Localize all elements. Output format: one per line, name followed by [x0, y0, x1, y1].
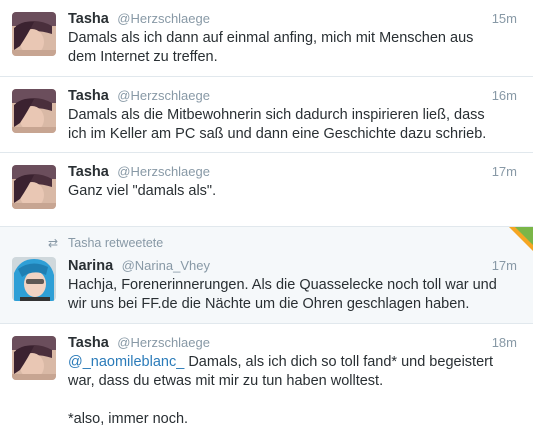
tweet-text: Damals als die Mitbewohnerin sich dadurc… [68, 107, 487, 142]
tweet-timestamp[interactable]: 18m [492, 334, 517, 352]
author-name[interactable]: Tasha [68, 164, 109, 180]
tweet-text: Damals als ich dann auf einmal anfing, m… [68, 30, 474, 65]
author-handle[interactable]: @Herzschlaege [117, 164, 210, 179]
author-name[interactable]: Tasha [68, 88, 109, 104]
tweet[interactable]: Tasha @Herzschlaege 15m Damals als ich d… [0, 0, 533, 77]
tweet-text: Ganz viel "damals als". [68, 183, 217, 199]
tweet-text: Hachja, Forenerinnerungen. Als die Quass… [68, 277, 497, 312]
author-handle[interactable]: @Herzschlaege [117, 88, 210, 103]
tweet[interactable]: Tasha @Herzschlaege 17m Ganz viel "damal… [0, 153, 533, 227]
tweet[interactable]: Tasha @Herzschlaege 16m Damals als die M… [0, 77, 533, 153]
retweet-icon: ⇄ [48, 236, 59, 250]
mention-link[interactable]: @_naomileblanc_ [68, 354, 184, 370]
avatar-tasha[interactable] [12, 89, 56, 133]
avatar-tasha[interactable] [12, 336, 56, 380]
avatar-tasha[interactable] [12, 12, 56, 56]
tweet-timestamp[interactable]: 17m [492, 257, 517, 275]
retweet[interactable]: ⇄ Tasha retweetete Narina @Narina_Vhey 17… [0, 227, 533, 324]
retweet-context: ⇄ Tasha retweetete [48, 235, 163, 251]
author-handle[interactable]: @Herzschlaege [117, 11, 210, 26]
author-handle[interactable]: @Herzschlaege [117, 335, 210, 350]
tweet-text: @_naomileblanc_ Damals, als ich dich so … [68, 353, 519, 429]
favorite-corner-icon [509, 227, 533, 251]
author-name[interactable]: Tasha [68, 335, 109, 351]
author-handle[interactable]: @Narina_Vhey [122, 258, 210, 273]
author-name[interactable]: Tasha [68, 11, 109, 27]
tweet-timestamp[interactable]: 16m [492, 87, 517, 105]
tweet-timestamp[interactable]: 17m [492, 163, 517, 181]
tweet[interactable]: Tasha @Herzschlaege 18m @_naomileblanc_ … [0, 324, 533, 436]
avatar-narina[interactable] [12, 257, 56, 301]
avatar-tasha[interactable] [12, 165, 56, 209]
timeline: Tasha @Herzschlaege 15m Damals als ich d… [0, 0, 533, 436]
retweeted-by-label[interactable]: Tasha retweetete [68, 236, 163, 250]
author-name[interactable]: Narina [68, 258, 113, 274]
tweet-timestamp[interactable]: 15m [492, 10, 517, 28]
